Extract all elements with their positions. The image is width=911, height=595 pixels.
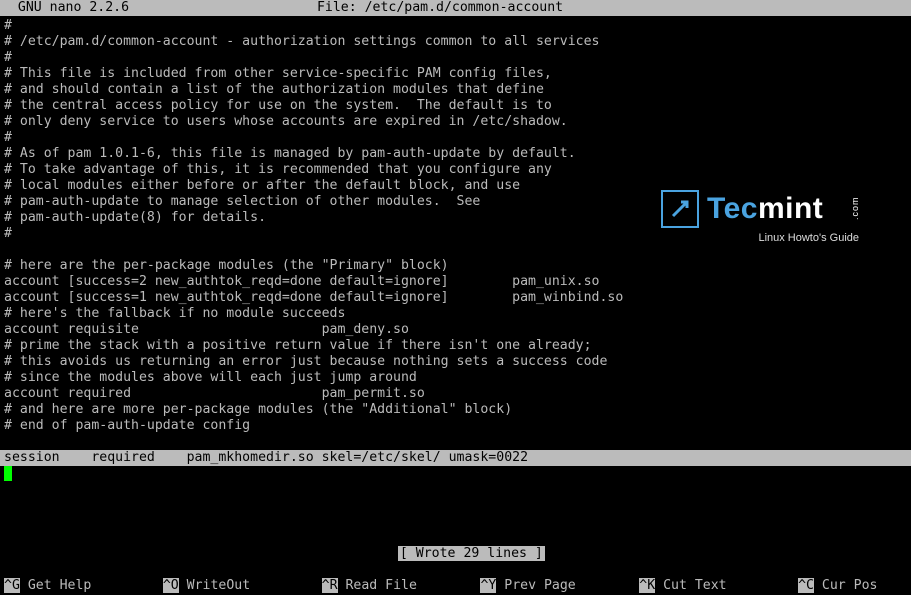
editor-content[interactable]: ## /etc/pam.d/common-account - authoriza…: [0, 18, 911, 450]
file-line: # /etc/pam.d/common-account - authorizat…: [4, 34, 907, 50]
shortcut-key[interactable]: ^G: [4, 578, 20, 593]
file-line: # since the modules above will each just…: [4, 370, 907, 386]
file-line: account [success=1 new_authtok_reqd=done…: [4, 290, 907, 306]
file-line: account required pam_permit.so: [4, 386, 907, 402]
file-line: # the central access policy for use on t…: [4, 98, 907, 114]
file-line: # this avoids us returning an error just…: [4, 354, 907, 370]
shortcut-row-1: ^G Get Help ^O WriteOut ^R Read File ^Y …: [4, 578, 911, 594]
file-line: # end of pam-auth-update config: [4, 418, 907, 434]
file-line: # and here are more per-package modules …: [4, 402, 907, 418]
file-line: # prime the stack with a positive return…: [4, 338, 907, 354]
file-line: [4, 434, 907, 450]
shortcut-key[interactable]: ^O: [163, 578, 179, 593]
file-line: # and should contain a list of the autho…: [4, 82, 907, 98]
file-line: #: [4, 226, 907, 242]
file-line: #: [4, 18, 907, 34]
nano-titlebar: GNU nano 2.2.6 File: /etc/pam.d/common-a…: [0, 0, 911, 16]
text-cursor: [4, 466, 12, 481]
shortcut-label: Cur Pos: [814, 578, 878, 593]
file-line: # To take advantage of this, it is recom…: [4, 162, 907, 178]
shortcut-key[interactable]: ^Y: [480, 578, 496, 593]
file-line: # local modules either before or after t…: [4, 178, 907, 194]
file-line: # pam-auth-update to manage selection of…: [4, 194, 907, 210]
file-line: # As of pam 1.0.1-6, this file is manage…: [4, 146, 907, 162]
input-text: session required pam_mkhomedir.so skel=/…: [4, 450, 528, 466]
shortcut-label: Prev Page: [496, 578, 639, 593]
file-line: #: [4, 50, 907, 66]
file-line: account requisite pam_deny.so: [4, 322, 907, 338]
file-line: # only deny service to users whose accou…: [4, 114, 907, 130]
file-line: account [success=2 new_authtok_reqd=done…: [4, 274, 907, 290]
shortcut-key[interactable]: ^C: [798, 578, 814, 593]
shortcut-label: WriteOut: [179, 578, 322, 593]
spacer: [0, 482, 911, 530]
shortcut-label: Get Help: [20, 578, 163, 593]
shortcut-label: Cut Text: [655, 578, 798, 593]
file-label: File: /etc/pam.d/common-account: [129, 0, 751, 16]
status-bar: [ Wrote 29 lines ]: [0, 530, 911, 546]
file-line: # This file is included from other servi…: [4, 66, 907, 82]
terminal-window: GNU nano 2.2.6 File: /etc/pam.d/common-a…: [0, 0, 911, 595]
file-line: #: [4, 130, 907, 146]
input-line[interactable]: session required pam_mkhomedir.so skel=/…: [0, 450, 911, 466]
shortcut-label: Read File: [338, 578, 481, 593]
file-line: # here's the fallback if no module succe…: [4, 306, 907, 322]
shortcut-key[interactable]: ^K: [639, 578, 655, 593]
file-line: # pam-auth-update(8) for details.: [4, 210, 907, 226]
cursor-line[interactable]: [0, 466, 911, 482]
app-name: GNU nano 2.2.6: [0, 0, 129, 16]
file-line: [4, 242, 907, 258]
status-message: [ Wrote 29 lines ]: [398, 546, 545, 561]
file-line: # here are the per-package modules (the …: [4, 258, 907, 274]
shortcut-key[interactable]: ^R: [322, 578, 338, 593]
